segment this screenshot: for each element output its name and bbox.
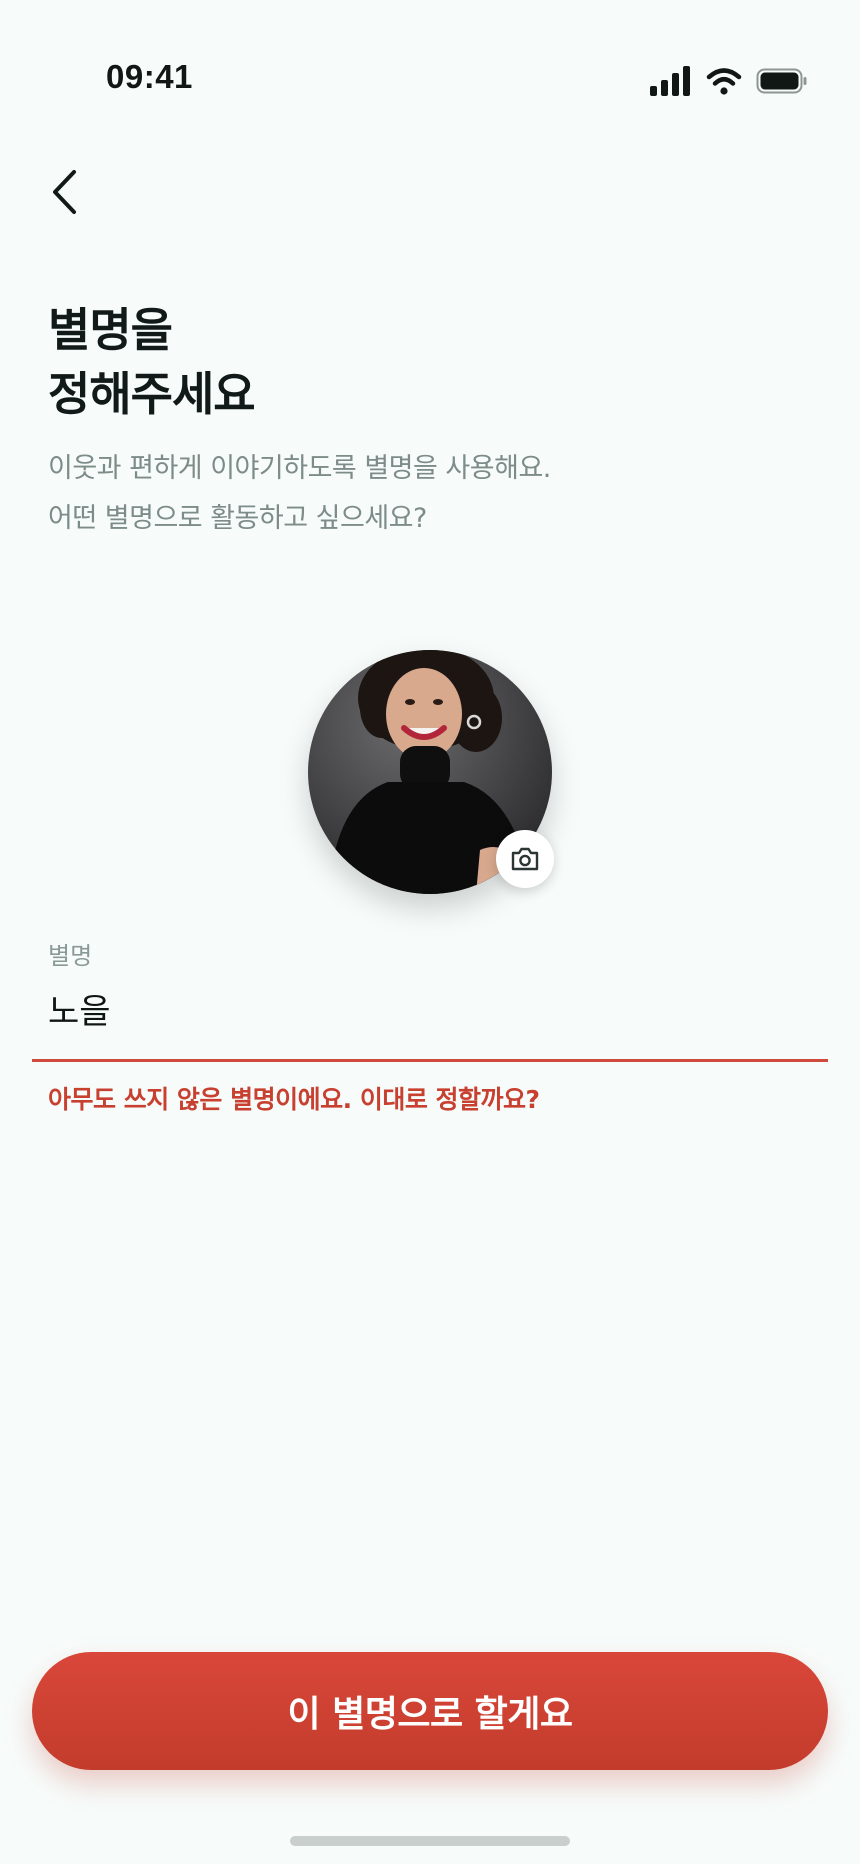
confirm-nickname-button[interactable]: 이 별명으로 할게요 [32,1652,828,1770]
home-indicator [290,1836,570,1846]
status-icons [650,66,808,96]
profile-photo-container [308,650,554,894]
wifi-icon [706,68,742,95]
nickname-availability-message: 아무도 쓰지 않은 별명이에요. 이대로 정할까요? [48,1085,540,1114]
status-time: 09:41 [106,58,193,95]
battery-icon [756,68,807,94]
page-subtitle: 이웃과 편하게 이야기하도록 별명을 사용해요. 어떤 별명으로 활동하고 싶으… [48,444,551,544]
chevron-left-icon [53,170,76,214]
cellular-signal-icon [650,66,690,96]
nickname-input[interactable] [48,980,828,1036]
back-button[interactable] [36,160,92,224]
nickname-field-underline [32,1059,828,1062]
camera-icon [511,847,539,871]
nickname-screen: 09:41 별명을 정해주세요 이웃과 편하게 이야기하도록 별명을 사용해요. [0,0,860,1864]
title-line-2: 정해주세요 [48,367,256,421]
page-title: 별명을 정해주세요 [48,298,256,426]
title-line-1: 별명을 [48,303,173,357]
subtitle-line-2: 어떤 별명으로 활동하고 싶으세요? [48,503,427,534]
nickname-field-label: 별명 [48,942,93,970]
subtitle-line-1: 이웃과 편하게 이야기하도록 별명을 사용해요. [48,453,551,484]
change-photo-button[interactable] [496,830,554,888]
